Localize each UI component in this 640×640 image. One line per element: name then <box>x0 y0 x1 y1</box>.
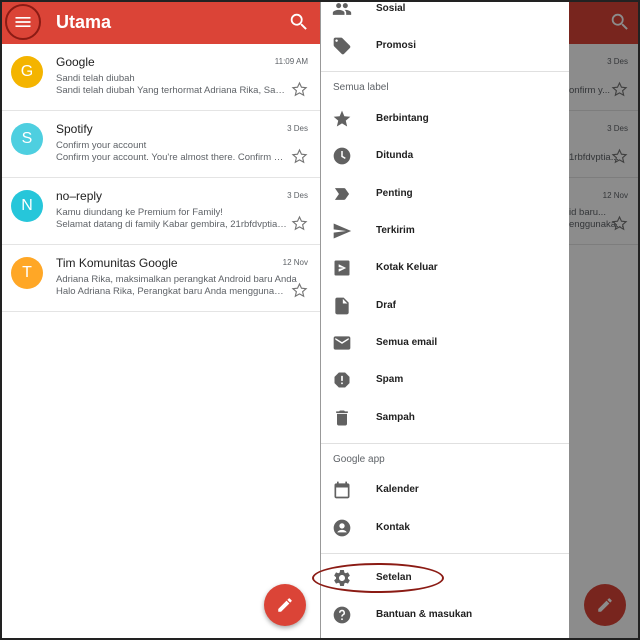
people-icon <box>332 3 352 15</box>
outbox-icon <box>334 260 350 276</box>
draft-icon <box>335 297 349 315</box>
email-time: 12 Nov <box>282 258 308 267</box>
email-subject: Kamu diundang ke Premium for Family! <box>56 207 223 218</box>
drawer-item-label: Sampah <box>376 412 415 423</box>
drawer-item-bantuan[interactable]: Bantuan & masukan <box>321 598 569 632</box>
drawer-item-semua-email[interactable]: Semua email <box>321 326 569 360</box>
email-snippet: Sandi telah diubah Yang terhormat Adrian… <box>56 85 288 96</box>
calendar-icon <box>334 481 350 499</box>
drawer-item-draf[interactable]: Draf <box>321 289 569 323</box>
mail-icon <box>333 336 351 350</box>
drawer-item-label: Terkirim <box>376 225 415 236</box>
avatar: T <box>11 257 43 289</box>
email-row[interactable]: S Spotify 3 Des Confirm your account Con… <box>0 111 320 178</box>
clock-icon <box>333 147 351 165</box>
email-time: 3 Des <box>287 191 308 200</box>
email-list: G Google 11:09 AM Sandi telah diubah San… <box>0 44 320 312</box>
drawer-item-sampah[interactable]: Sampah <box>321 401 569 435</box>
drawer-item-label: Sosial <box>376 3 406 14</box>
drawer-item-promosi[interactable]: Promosi <box>321 29 569 63</box>
star-outline-icon[interactable] <box>291 282 308 299</box>
email-row[interactable]: T Tim Komunitas Google 12 Nov Adriana Ri… <box>0 245 320 312</box>
trash-icon <box>336 410 348 426</box>
page-title: Utama <box>56 12 112 32</box>
gear-icon <box>334 570 350 586</box>
help-icon <box>333 606 351 624</box>
drawer-item-spam[interactable]: Spam <box>321 363 569 397</box>
drawer-item-terkirim[interactable]: Terkirim <box>321 214 569 248</box>
drawer-item-label: Bantuan & masukan <box>376 609 473 620</box>
contact-icon <box>333 519 351 537</box>
section-title-apps: Google app <box>333 454 385 465</box>
section-title-labels: Semua label <box>333 82 389 93</box>
navigation-drawer: Sosial Promosi Semua label Berbintang Di… <box>321 0 569 640</box>
email-sender: Tim Komunitas Google <box>56 256 178 270</box>
app-bar: Utama <box>0 0 320 44</box>
email-row[interactable]: N no–reply 3 Des Kamu diundang ke Premiu… <box>0 178 320 245</box>
avatar: G <box>11 56 43 88</box>
pencil-icon <box>278 598 292 612</box>
drawer-item-label: Kalender <box>376 484 419 495</box>
email-subject: Confirm your account <box>56 140 147 151</box>
drawer-item-label: Semua email <box>376 337 438 348</box>
drawer-item-kalender[interactable]: Kalender <box>321 473 569 507</box>
drawer-item-label: Penting <box>376 188 413 199</box>
drawer-item-sosial[interactable]: Sosial <box>321 0 569 26</box>
search-icon[interactable] <box>288 11 310 33</box>
inbox-panel: Utama G Google 11:09 AM Sandi telah diub… <box>0 0 320 640</box>
hamburger-icon[interactable] <box>5 4 41 40</box>
drawer-item-kontak[interactable]: Kontak <box>321 511 569 545</box>
email-snippet: Selamat datang di family Kabar gembira, … <box>56 219 288 230</box>
drawer-item-kotak-keluar[interactable]: Kotak Keluar <box>321 251 569 285</box>
drawer-item-label: Promosi <box>376 40 417 51</box>
email-time: 3 Des <box>287 124 308 133</box>
tag-icon <box>333 37 351 55</box>
drawer-item-ditunda[interactable]: Ditunda <box>321 139 569 173</box>
email-subject: Sandi telah diubah <box>56 73 135 84</box>
email-sender: Spotify <box>56 122 93 136</box>
email-sender: Google <box>56 55 95 69</box>
avatar: N <box>11 190 43 222</box>
section-divider <box>321 553 569 554</box>
star-icon <box>333 110 351 127</box>
drawer-scrim[interactable] <box>569 0 640 640</box>
inbox-preview-dimmed: 3 Des onfirm y... 3 Des 1rbfdvptia... 12… <box>569 0 640 640</box>
drawer-item-label: Kontak <box>376 522 410 533</box>
star-outline-icon[interactable] <box>291 215 308 232</box>
spam-icon <box>334 372 350 388</box>
compose-button[interactable] <box>264 584 306 626</box>
drawer-item-label: Spam <box>376 374 404 385</box>
email-time: 11:09 AM <box>274 57 308 66</box>
drawer-item-label: Setelan <box>376 572 412 583</box>
avatar: S <box>11 123 43 155</box>
email-snippet: Halo Adriana Rika, Perangkat baru Anda m… <box>56 286 288 297</box>
important-icon <box>334 188 350 200</box>
drawer-item-label: Draf <box>376 300 397 311</box>
star-outline-icon[interactable] <box>291 81 308 98</box>
email-row[interactable]: G Google 11:09 AM Sandi telah diubah San… <box>0 44 320 111</box>
email-snippet: Confirm your account. You're almost ther… <box>56 152 288 163</box>
drawer-item-penting[interactable]: Penting <box>321 177 569 211</box>
drawer-item-berbintang[interactable]: Berbintang <box>321 102 569 136</box>
drawer-item-setelan[interactable]: Setelan <box>321 561 569 595</box>
send-icon <box>333 223 352 239</box>
section-divider <box>321 71 569 72</box>
drawer-item-label: Berbintang <box>376 113 429 124</box>
drawer-item-label: Kotak Keluar <box>376 262 438 273</box>
email-subject: Adriana Rika, maksimalkan perangkat Andr… <box>56 274 297 285</box>
drawer-item-label: Ditunda <box>376 150 414 161</box>
section-divider <box>321 443 569 444</box>
email-sender: no–reply <box>56 189 103 203</box>
star-outline-icon[interactable] <box>291 148 308 165</box>
